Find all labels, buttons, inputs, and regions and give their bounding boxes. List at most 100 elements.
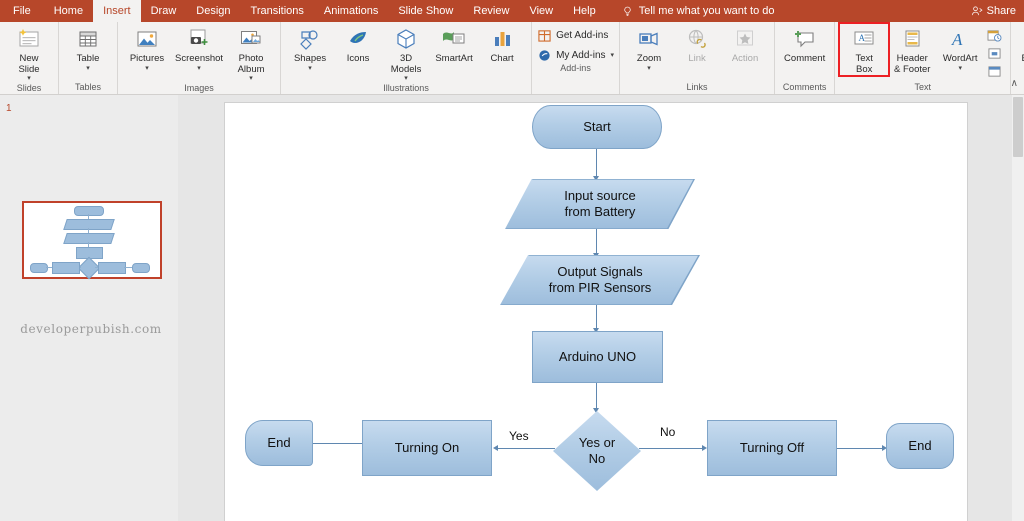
shape-decision[interactable]: Yes or No — [553, 411, 641, 491]
shape-arduino-uno[interactable]: Arduino UNO — [532, 331, 663, 383]
shape-end-right[interactable]: End — [886, 423, 954, 469]
tab-view[interactable]: View — [519, 0, 563, 22]
ribbon: New Slide ▾ Slides Table ▾ Tables Pictur… — [0, 22, 1024, 95]
share-person-icon — [971, 6, 983, 16]
3d-models-icon — [394, 26, 418, 52]
screenshot-button[interactable]: Screenshot ▾ — [171, 24, 227, 72]
shape-fill — [532, 331, 663, 383]
my-addins-icon — [537, 48, 551, 62]
connector-turningon-to-end — [312, 443, 362, 444]
canvas-scrollbar[interactable] — [1012, 95, 1024, 521]
thumb-shape-end-right — [132, 263, 150, 273]
zoom-button[interactable]: Zoom ▾ — [625, 24, 673, 72]
header-footer-button[interactable]: Header & Footer — [888, 24, 936, 75]
shape-end-left[interactable]: End — [245, 420, 313, 466]
equation-button[interactable]: π Equation ▾ — [1016, 24, 1024, 72]
chevron-down-icon[interactable]: ▾ — [27, 75, 31, 82]
collapse-ribbon-button[interactable]: ∧ — [1011, 78, 1018, 89]
tab-home-label: Home — [53, 5, 84, 17]
shape-turning-on[interactable]: Turning On — [362, 420, 492, 476]
tab-review[interactable]: Review — [463, 0, 519, 22]
shape-start[interactable]: Start — [532, 105, 662, 149]
chevron-down-icon[interactable]: ▾ — [249, 75, 253, 82]
slide-number-icon[interactable] — [986, 46, 1003, 61]
action-button[interactable]: Action — [721, 24, 769, 65]
action-icon — [733, 26, 757, 52]
tell-me-box[interactable]: Tell me what you want to do — [612, 0, 785, 22]
photo-album-label: Photo Album — [237, 53, 265, 75]
comment-label: Comment — [784, 53, 826, 64]
shape-output-signals[interactable]: Output Signals from PIR Sensors — [500, 255, 700, 305]
watermark-text: developerpubish.com — [20, 322, 162, 336]
link-button[interactable]: Link — [673, 24, 721, 65]
3d-models-button[interactable]: 3D Models ▾ — [382, 24, 430, 82]
chevron-down-icon[interactable]: ▾ — [958, 65, 962, 72]
icons-button[interactable]: Icons — [334, 24, 382, 65]
date-time-icon[interactable] — [986, 28, 1003, 43]
tab-review-label: Review — [473, 5, 510, 17]
ribbon-group-images: Pictures ▾ Screenshot ▾ Photo Album ▾ Im… — [117, 22, 280, 94]
chevron-down-icon[interactable]: ▾ — [86, 65, 90, 72]
shape-fill — [505, 179, 695, 229]
comment-button[interactable]: Comment — [780, 24, 829, 65]
shape-fill — [500, 255, 700, 305]
chevron-down-icon[interactable]: ▾ — [145, 65, 149, 72]
shape-turning-off[interactable]: Turning Off — [707, 420, 837, 476]
link-icon — [685, 26, 709, 52]
tab-design-label: Design — [196, 5, 231, 17]
share-button[interactable]: Share — [971, 0, 1016, 22]
ribbon-group-tables: Table ▾ Tables — [58, 22, 117, 94]
get-addins-button[interactable]: Get Add-ins — [537, 28, 614, 42]
my-addins-button[interactable]: My Add-ins ▾ — [537, 48, 614, 62]
group-label-comments: Comments — [782, 82, 827, 92]
pictures-button[interactable]: Pictures ▾ — [123, 24, 171, 72]
shapes-button[interactable]: Shapes ▾ — [286, 24, 334, 72]
thumb-shape-turning-on — [52, 262, 80, 274]
connector-decision-no — [639, 448, 703, 449]
thumb-shape-input — [63, 219, 115, 230]
chevron-down-icon[interactable]: ▾ — [308, 65, 312, 72]
shapes-icon — [298, 26, 322, 52]
thumb-shape-start — [74, 206, 104, 216]
tab-home[interactable]: Home — [44, 0, 93, 22]
tab-design[interactable]: Design — [186, 0, 240, 22]
object-icon[interactable] — [986, 64, 1003, 79]
slide-editing-surface[interactable]: Start Input source from Battery Output S… — [225, 103, 967, 521]
chevron-down-icon[interactable]: ▾ — [611, 52, 615, 59]
get-addins-label: Get Add-ins — [556, 29, 609, 41]
store-icon — [537, 28, 551, 42]
tab-draw[interactable]: Draw — [141, 0, 187, 22]
tab-transitions-label: Transitions — [250, 5, 304, 17]
thumb-connector — [124, 267, 132, 268]
tab-insert[interactable]: Insert — [93, 0, 141, 22]
scrollbar-thumb[interactable] — [1013, 97, 1023, 157]
chevron-down-icon[interactable]: ▾ — [197, 65, 201, 72]
tab-animations[interactable]: Animations — [314, 0, 388, 22]
new-slide-button[interactable]: New Slide ▾ — [5, 24, 53, 82]
tab-slide-show[interactable]: Slide Show — [388, 0, 463, 22]
tab-file[interactable]: File — [0, 0, 44, 22]
powerpoint-window: File Home Insert Draw Design Transitions… — [0, 0, 1024, 521]
photo-album-icon — [239, 26, 263, 52]
table-icon — [77, 26, 99, 52]
chevron-down-icon[interactable]: ▾ — [404, 75, 408, 82]
wordart-button[interactable]: A WordArt ▾ — [936, 24, 984, 72]
slide-thumbnail-pane: 1 developerpubish.com — [0, 95, 179, 521]
shape-input-source[interactable]: Input source from Battery — [505, 179, 695, 229]
text-box-button[interactable]: A Text Box — [838, 22, 891, 77]
smartart-button[interactable]: SmartArt — [430, 24, 478, 65]
chevron-down-icon[interactable]: ▾ — [647, 65, 651, 72]
slide-thumbnail-1[interactable] — [22, 201, 162, 280]
tab-transitions[interactable]: Transitions — [241, 0, 314, 22]
chart-button[interactable]: Chart — [478, 24, 526, 65]
tell-me-label: Tell me what you want to do — [638, 5, 775, 17]
text-box-label: Text Box — [855, 53, 873, 75]
table-button[interactable]: Table ▾ — [64, 24, 112, 72]
icons-label: Icons — [346, 53, 370, 64]
thumb-shape-turning-off — [98, 262, 126, 274]
tab-help[interactable]: Help — [563, 0, 606, 22]
zoom-icon — [637, 26, 661, 52]
svg-text:A: A — [859, 33, 866, 43]
header-footer-icon — [901, 26, 923, 52]
photo-album-button[interactable]: Photo Album ▾ — [227, 24, 275, 82]
